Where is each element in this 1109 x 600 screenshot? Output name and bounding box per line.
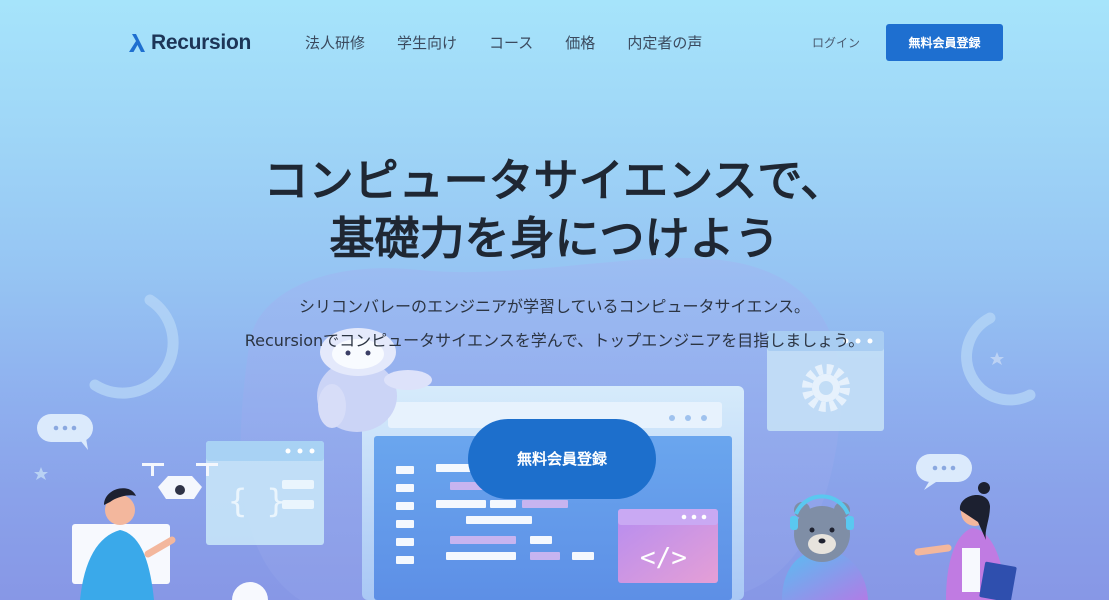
login-link[interactable]: ログイン <box>812 34 860 51</box>
hero-title-line2: 基礎力を身につけよう <box>329 212 780 265</box>
drone-icon <box>142 463 218 499</box>
nav-link-corporate[interactable]: 法人研修 <box>305 32 365 53</box>
nav-link-testimonials[interactable]: 内定者の声 <box>627 32 702 53</box>
code-window-braces: { } <box>206 441 324 545</box>
nav-link-courses[interactable]: コース <box>489 32 533 53</box>
hero-signup-button[interactable]: 無料会員登録 <box>468 419 656 499</box>
code-tag-glyph: </> <box>640 543 687 573</box>
top-nav: Recursion 法人研修 学生向け コース 価格 内定者の声 ログイン 無料… <box>0 0 1109 84</box>
chat-bubble-icon <box>37 414 93 450</box>
woman-icon <box>914 482 1017 600</box>
brand-name: Recursion <box>151 31 251 54</box>
person-icon <box>72 488 268 600</box>
nav-link-pricing[interactable]: 価格 <box>565 32 595 53</box>
hero-subtitle-line1: シリコンバレーのエンジニアが学習しているコンピュータサイエンス。 <box>298 297 811 316</box>
code-window-tag: </> <box>618 509 718 583</box>
recursion-lambda-icon <box>129 34 145 52</box>
bear-icon <box>782 494 868 600</box>
hero-title: コンピュータサイエンスで、 基礎力を身につけよう <box>0 152 1109 268</box>
hero-subtitle: シリコンバレーのエンジニアが学習しているコンピュータサイエンス。 Recursi… <box>0 290 1109 358</box>
nav-link-students[interactable]: 学生向け <box>397 32 457 53</box>
nav-links: 法人研修 学生向け コース 価格 内定者の声 <box>305 32 702 53</box>
star-icon <box>34 467 48 480</box>
brand-logo[interactable]: Recursion <box>126 30 251 56</box>
chat-bubble-icon <box>916 454 972 490</box>
signup-button[interactable]: 無料会員登録 <box>886 24 1003 61</box>
hero-subtitle-line2: Recursionでコンピュータサイエンスを学んで、トップエンジニアを目指しまし… <box>244 331 865 350</box>
gear-icon <box>802 364 850 412</box>
braces-glyph: { } <box>228 482 286 520</box>
hero-title-line1: コンピュータサイエンスで、 <box>263 154 846 207</box>
